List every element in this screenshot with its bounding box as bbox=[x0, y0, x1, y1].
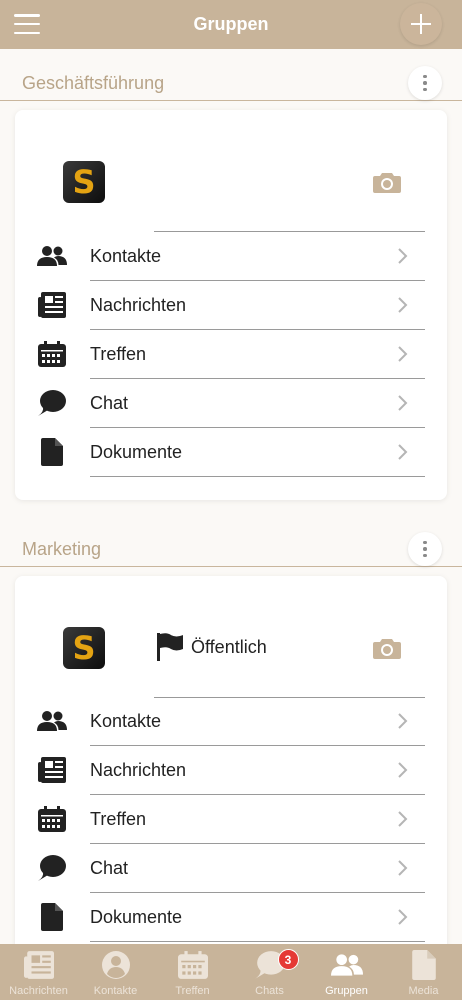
bottom-tab-bar: Nachrichten Kontakte Treffen 3 Chats Gru… bbox=[0, 944, 462, 1000]
group-card: S Kontakte Nachrichten Treffen Chat Doku… bbox=[15, 110, 447, 500]
calendar-icon bbox=[37, 341, 67, 367]
tab-gruppen[interactable]: Gruppen bbox=[308, 944, 385, 1000]
divider bbox=[90, 941, 425, 942]
chevron-right-icon bbox=[398, 248, 408, 264]
newspaper-icon bbox=[37, 757, 67, 783]
unread-badge: 3 bbox=[277, 949, 299, 970]
group-card: S Öffentlich Kontakte Nachrichten Treffe… bbox=[15, 576, 447, 956]
menu-item-label: Nachrichten bbox=[90, 295, 187, 315]
chevron-right-icon bbox=[398, 713, 408, 729]
tab-label: Chats bbox=[255, 985, 284, 997]
menu-item-label: Nachrichten bbox=[90, 760, 187, 780]
camera-icon[interactable] bbox=[373, 171, 401, 193]
menu-item-label: Dokumente bbox=[90, 907, 183, 927]
group-logo: S bbox=[63, 627, 105, 669]
newspaper-icon bbox=[37, 292, 67, 318]
tab-media[interactable]: Media bbox=[385, 944, 462, 1000]
group-icon bbox=[330, 950, 363, 980]
more-options-icon[interactable] bbox=[408, 532, 442, 566]
chevron-right-icon bbox=[398, 395, 408, 411]
tab-chats[interactable]: 3 Chats bbox=[231, 944, 308, 1000]
menu-item-meetings[interactable]: Treffen bbox=[15, 330, 447, 379]
calendar-icon bbox=[177, 950, 209, 980]
contacts-icon bbox=[37, 709, 67, 733]
menu-item-documents[interactable]: Dokumente bbox=[15, 428, 447, 477]
menu-item-label: Treffen bbox=[90, 809, 147, 829]
tab-kontakte[interactable]: Kontakte bbox=[77, 944, 154, 1000]
chevron-right-icon bbox=[398, 444, 408, 460]
chat-icon bbox=[37, 390, 67, 416]
tab-label: Treffen bbox=[175, 985, 210, 997]
app-header: Gruppen bbox=[0, 0, 462, 49]
menu-item-news[interactable]: Nachrichten bbox=[15, 281, 447, 330]
menu-item-label: Chat bbox=[90, 393, 129, 413]
chat-icon bbox=[37, 855, 67, 881]
tab-label: Nachrichten bbox=[9, 985, 68, 997]
menu-item-label: Treffen bbox=[90, 344, 147, 364]
calendar-icon bbox=[37, 806, 67, 832]
chevron-right-icon bbox=[398, 811, 408, 827]
contacts-icon bbox=[37, 244, 67, 268]
group-logo: S bbox=[63, 161, 105, 203]
menu-item-documents[interactable]: Dokumente bbox=[15, 893, 447, 942]
more-options-icon[interactable] bbox=[408, 66, 442, 100]
chevron-right-icon bbox=[398, 346, 408, 362]
menu-item-meetings[interactable]: Treffen bbox=[15, 795, 447, 844]
newspaper-icon bbox=[23, 950, 55, 980]
tab-label: Media bbox=[408, 985, 439, 997]
tab-label: Kontakte bbox=[93, 985, 138, 997]
flag-icon bbox=[157, 633, 183, 661]
group-name: Marketing bbox=[22, 539, 102, 559]
tab-treffen[interactable]: Treffen bbox=[154, 944, 231, 1000]
menu-item-news[interactable]: Nachrichten bbox=[15, 746, 447, 795]
page-title: Gruppen bbox=[193, 14, 269, 34]
divider bbox=[90, 476, 425, 477]
person-icon bbox=[100, 950, 132, 980]
document-icon bbox=[37, 903, 67, 931]
menu-item-contacts[interactable]: Kontakte bbox=[15, 232, 447, 281]
visibility-label: Öffentlich bbox=[191, 636, 267, 657]
visibility-status: Öffentlich bbox=[157, 633, 267, 661]
menu-item-chat[interactable]: Chat bbox=[15, 379, 447, 428]
tab-label: Gruppen bbox=[325, 985, 368, 997]
menu-item-chat[interactable]: Chat bbox=[15, 844, 447, 893]
document-icon bbox=[37, 438, 67, 466]
document-icon bbox=[408, 950, 440, 980]
hamburger-menu-icon[interactable] bbox=[14, 14, 40, 34]
tab-nachrichten[interactable]: Nachrichten bbox=[0, 944, 77, 1000]
group-section-header: Geschäftsführung bbox=[0, 65, 462, 101]
chevron-right-icon bbox=[398, 762, 408, 778]
menu-item-label: Kontakte bbox=[90, 246, 162, 266]
camera-icon[interactable] bbox=[373, 637, 401, 659]
add-group-button[interactable] bbox=[400, 3, 442, 45]
menu-item-contacts[interactable]: Kontakte bbox=[15, 697, 447, 746]
chevron-right-icon bbox=[398, 909, 408, 925]
group-name: Geschäftsführung bbox=[22, 73, 165, 93]
chevron-right-icon bbox=[398, 860, 408, 876]
menu-item-label: Dokumente bbox=[90, 442, 183, 462]
group-section-header: Marketing bbox=[0, 531, 462, 567]
menu-item-label: Chat bbox=[90, 858, 129, 878]
chevron-right-icon bbox=[398, 297, 408, 313]
menu-item-label: Kontakte bbox=[90, 711, 162, 731]
